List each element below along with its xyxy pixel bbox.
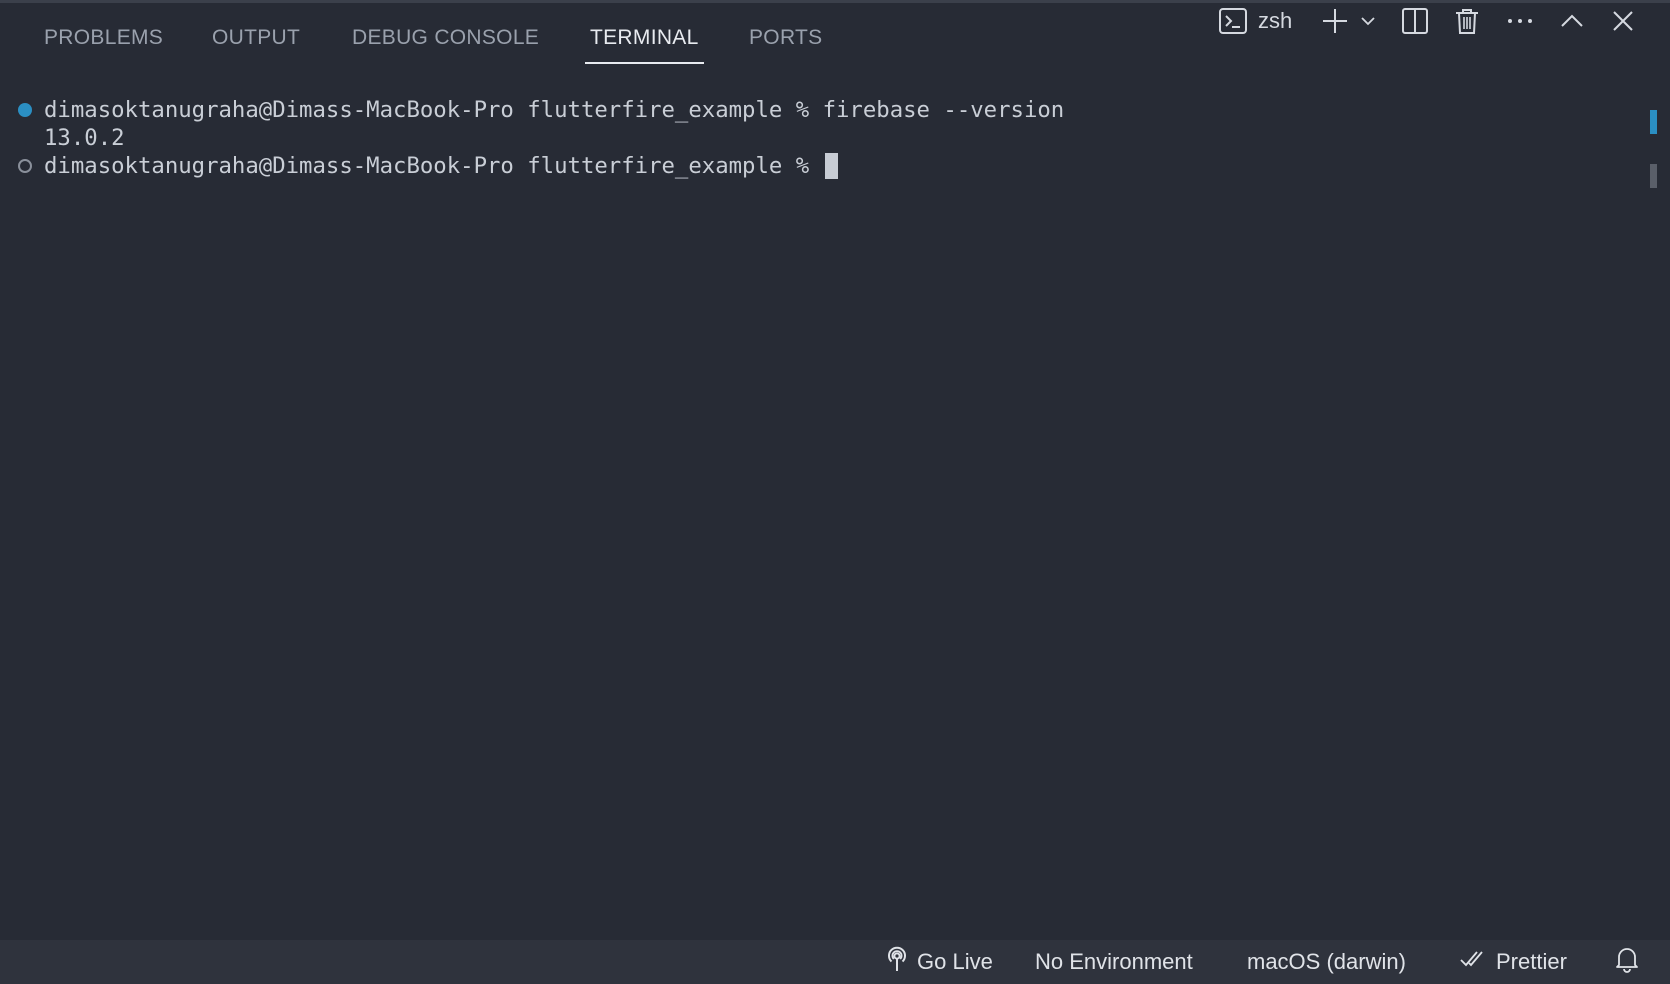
more-actions-button[interactable] [1505, 3, 1535, 39]
status-bar: Go Live No Environment macOS (darwin) Pr… [0, 940, 1670, 984]
panel-tab-bar: PROBLEMS OUTPUT DEBUG CONSOLE TERMINAL P… [0, 3, 1670, 73]
close-icon [1608, 6, 1638, 36]
split-terminal-button[interactable] [1400, 3, 1430, 39]
status-environment[interactable]: No Environment [1035, 940, 1193, 984]
os-label: macOS (darwin) [1247, 949, 1406, 974]
terminal-icon [1218, 6, 1248, 36]
status-prettier[interactable]: Prettier [1460, 940, 1567, 984]
close-panel-button[interactable] [1608, 3, 1638, 39]
command-pending-decoration[interactable] [18, 159, 32, 173]
terminal-prompt-line: dimasoktanugraha@Dimass-MacBook-Pro flut… [44, 152, 838, 180]
shell-name-label: zsh [1258, 8, 1293, 33]
terminal-line: dimasoktanugraha@Dimass-MacBook-Pro flut… [44, 97, 1065, 123]
terminal-output[interactable]: dimasoktanugraha@Dimass-MacBook-Pro flut… [0, 90, 1650, 940]
chevron-up-icon [1557, 6, 1587, 36]
broadcast-icon [885, 945, 917, 979]
trash-icon [1452, 6, 1482, 36]
terminal-profile-dropdown[interactable] [1359, 3, 1377, 39]
double-check-icon [1460, 948, 1496, 976]
terminal-cursor [824, 153, 838, 179]
terminal-scrollbar[interactable] [1648, 106, 1660, 936]
terminal-shell-selector[interactable]: zsh [1218, 3, 1292, 39]
status-go-live[interactable]: Go Live [885, 940, 993, 984]
kill-terminal-button[interactable] [1452, 3, 1482, 39]
status-notifications[interactable] [1614, 940, 1648, 984]
tab-problems[interactable]: PROBLEMS [44, 25, 163, 65]
prettier-label: Prettier [1496, 949, 1567, 974]
status-os[interactable]: macOS (darwin) [1247, 940, 1406, 984]
terminal-line: 13.0.2 [44, 125, 125, 151]
more-icon [1505, 6, 1535, 36]
terminal-prompt: dimasoktanugraha@Dimass-MacBook-Pro flut… [44, 153, 823, 179]
plus-icon [1320, 6, 1350, 36]
split-icon [1400, 6, 1430, 36]
tab-output[interactable]: OUTPUT [212, 25, 300, 65]
new-terminal-button[interactable] [1320, 3, 1350, 39]
command-success-decoration[interactable] [18, 103, 32, 117]
go-live-label: Go Live [917, 949, 993, 974]
tab-ports[interactable]: PORTS [749, 25, 822, 65]
tab-terminal[interactable]: TERMINAL [585, 25, 704, 65]
environment-label: No Environment [1035, 949, 1193, 974]
tab-debug-console[interactable]: DEBUG CONSOLE [352, 25, 539, 65]
bell-icon [1614, 945, 1648, 979]
scrollbar-thumb[interactable] [1650, 164, 1657, 188]
maximize-panel-button[interactable] [1557, 3, 1587, 39]
chevron-down-icon [1359, 6, 1377, 36]
scrollbar-command-marker [1650, 110, 1657, 134]
